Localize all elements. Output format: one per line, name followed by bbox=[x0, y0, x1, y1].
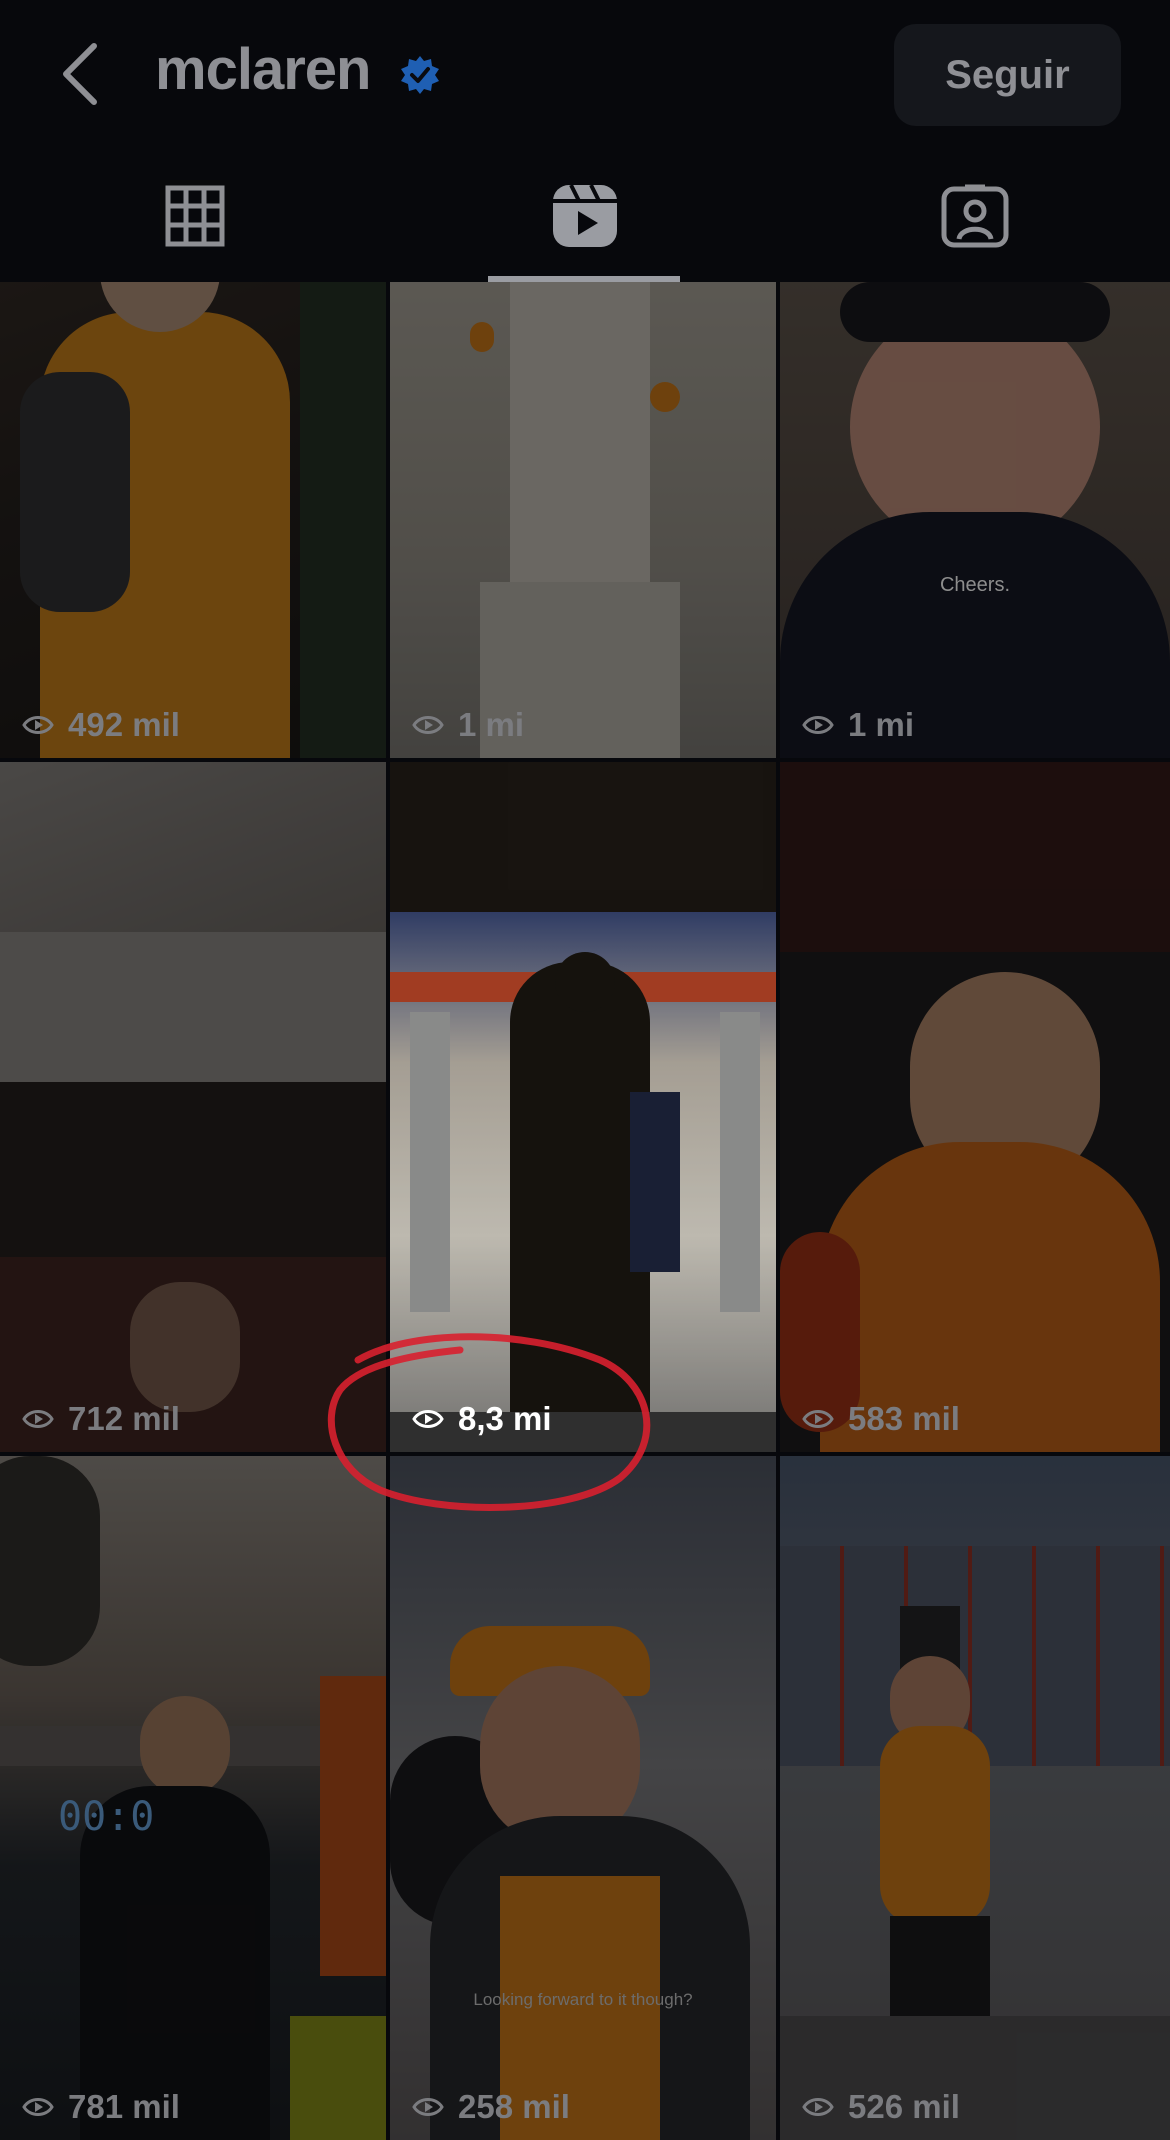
eye-play-icon bbox=[412, 2098, 444, 2116]
back-button[interactable] bbox=[56, 38, 108, 110]
tab-reels[interactable] bbox=[390, 150, 780, 282]
view-count-label: 492 mil bbox=[68, 706, 180, 743]
reels-grid: 492 mil 1 mi Cheers. 1 mi 712 mil 8,3 mi… bbox=[0, 282, 1170, 2140]
eye-play-icon bbox=[802, 2098, 834, 2116]
reel-tile-highlighted[interactable]: 8,3 mi bbox=[390, 762, 776, 1452]
profile-tabs bbox=[0, 150, 1170, 282]
tab-tagged[interactable] bbox=[780, 150, 1170, 282]
eye-play-icon bbox=[22, 716, 54, 734]
timer-overlay: 00:0 bbox=[58, 1794, 155, 1840]
view-count-label: 8,3 mi bbox=[458, 1400, 552, 1437]
view-count-label: 258 mil bbox=[458, 2088, 570, 2125]
view-count: 1 mi bbox=[412, 706, 524, 744]
eye-play-icon bbox=[802, 716, 834, 734]
grid-icon bbox=[165, 185, 225, 247]
reel-tile[interactable]: 00:0 781 mil bbox=[0, 1456, 386, 2140]
view-count: 492 mil bbox=[22, 706, 180, 744]
reel-tile[interactable]: 526 mil bbox=[780, 1456, 1170, 2140]
view-count-label: 526 mil bbox=[848, 2088, 960, 2125]
eye-play-icon bbox=[22, 2098, 54, 2116]
tagged-person-icon bbox=[941, 184, 1009, 248]
profile-username: mclaren bbox=[155, 37, 371, 102]
reel-tile[interactable]: 712 mil bbox=[0, 762, 386, 1452]
eye-play-icon bbox=[22, 1410, 54, 1428]
reel-tile[interactable]: 583 mil bbox=[780, 762, 1170, 1452]
reel-caption: Looking forward to it though? bbox=[473, 1990, 693, 2009]
chevron-left-icon bbox=[63, 43, 97, 105]
view-count-label: 781 mil bbox=[68, 2088, 180, 2125]
reels-icon bbox=[553, 184, 617, 247]
view-count: 258 mil bbox=[412, 2088, 570, 2126]
view-count-label: 1 mi bbox=[848, 706, 915, 743]
reel-tile[interactable]: Looking forward to it though? 258 mil bbox=[390, 1456, 776, 2140]
view-count: 781 mil bbox=[22, 2088, 180, 2126]
reel-tile[interactable]: 492 mil bbox=[0, 282, 386, 758]
view-count: 8,3 mi bbox=[412, 1400, 552, 1438]
view-count: 1 mi bbox=[802, 706, 914, 744]
reel-caption: Cheers. bbox=[939, 574, 1011, 596]
view-count: 712 mil bbox=[22, 1400, 180, 1438]
view-count-label: 1 mi bbox=[458, 706, 525, 743]
tab-grid[interactable] bbox=[0, 150, 390, 282]
profile-header: mclaren Seguir bbox=[0, 0, 1170, 150]
reel-tile[interactable]: Cheers. 1 mi bbox=[780, 282, 1170, 758]
view-count-label: 583 mil bbox=[848, 1400, 960, 1437]
eye-play-icon bbox=[802, 1410, 834, 1428]
view-count-label: 712 mil bbox=[68, 1400, 180, 1437]
view-count: 526 mil bbox=[802, 2088, 960, 2126]
view-count: 583 mil bbox=[802, 1400, 960, 1438]
eye-play-icon bbox=[412, 1410, 444, 1428]
reel-tile[interactable]: 1 mi bbox=[390, 282, 776, 758]
eye-play-icon bbox=[412, 716, 444, 734]
verified-badge-icon bbox=[401, 56, 439, 94]
follow-button[interactable]: Seguir bbox=[894, 24, 1121, 126]
